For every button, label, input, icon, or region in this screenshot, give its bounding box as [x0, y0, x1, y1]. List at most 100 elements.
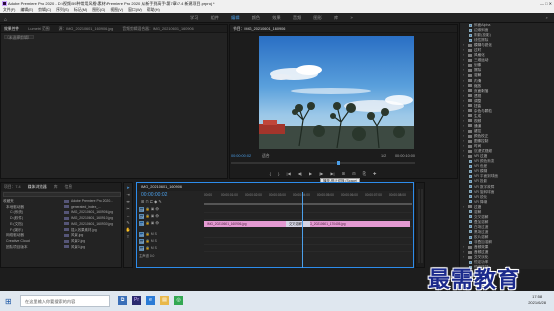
track-lane-a2[interactable] [204, 239, 412, 245]
premiere-taskbar-icon[interactable]: Pr [132, 296, 141, 305]
folder-icon [468, 84, 472, 88]
track-lane-v2[interactable] [204, 214, 412, 220]
workspace-tab-learn[interactable]: 学习 [190, 15, 198, 20]
effects-item-label: 生成 [474, 113, 482, 118]
workspace-tab-effects[interactable]: 效果 [272, 15, 280, 20]
button-editor[interactable]: ✚ [373, 171, 376, 176]
track-header-a2[interactable]: A2 🔒 M S [139, 238, 203, 245]
folder-icon [468, 149, 472, 153]
go-to-in-button[interactable]: |◀ [287, 171, 291, 176]
search-icon[interactable]: ⌕ [546, 13, 548, 23]
menu-window[interactable]: 窗口(W) [128, 8, 142, 12]
transition-clip[interactable]: 交叉溶解 [286, 221, 310, 227]
program-timecode[interactable]: 00:00:00:02 [231, 152, 251, 160]
resolution-select[interactable]: 1/2 [381, 152, 386, 160]
effects-item-label: 斜面Alpha [474, 23, 491, 27]
taskbar-search[interactable]: 在这里输入你要搜索的内容 [20, 295, 110, 307]
hand-tool-icon[interactable]: ✋ [125, 227, 131, 232]
track-header-a1[interactable]: A1 🔒 M S [139, 231, 203, 238]
menu-sequence[interactable]: 序列(S) [56, 8, 69, 12]
timeline-timecode[interactable]: 00:00:00:02 [141, 192, 167, 198]
workspace-tab-editing[interactable]: 编辑 [231, 15, 239, 20]
workspace-tab-color[interactable]: 颜色 [252, 15, 260, 20]
razor-tool-icon[interactable]: ✂ [125, 206, 131, 211]
timeline-clip[interactable]: IMG_20210601_170405.jpg [302, 221, 410, 227]
track-label[interactable]: A3 [139, 245, 144, 251]
media-browser-search[interactable] [3, 192, 121, 197]
tab-effect-controls[interactable]: 效果控件 [4, 27, 19, 31]
menu-clip[interactable]: 剪辑(C) [38, 8, 51, 12]
program-playhead[interactable] [337, 161, 340, 165]
track-label[interactable]: A1 [139, 231, 144, 237]
track-lane-v1[interactable]: IMG_20210601_160906.jpg IMG_20210601_170… [204, 221, 412, 227]
track-lane-a3[interactable] [204, 246, 412, 252]
tab-libraries[interactable]: 库 [54, 185, 58, 189]
track-label[interactable]: V1 [139, 220, 144, 226]
menu-help[interactable]: 帮助(H) [147, 8, 160, 12]
tab-audio-clip-mixer[interactable]: 音频剪辑混合器：IMG_20210601_160906 [122, 27, 193, 31]
menu-file[interactable]: 文件(F) [3, 8, 15, 12]
type-tool-icon[interactable]: T [125, 234, 131, 239]
play-stop-button[interactable]: ▶ [309, 171, 312, 176]
mark-out-button[interactable]: } [278, 171, 279, 176]
track-label[interactable]: V2 [139, 213, 144, 219]
tab-lumetri-scopes[interactable]: Lumetri 范围 [28, 27, 49, 31]
tab-info[interactable]: 信息 [65, 185, 73, 189]
step-back-button[interactable]: ◀| [298, 171, 302, 176]
track-header-a3[interactable]: A3 🔒 M S [139, 245, 203, 252]
ruler-tick: 00:00:07:00 [365, 193, 382, 197]
workspace-tab-audio[interactable]: 音频 [293, 15, 301, 20]
taskbar-clock[interactable]: 17:58 2021/6/28 [528, 294, 546, 306]
windows-start-icon[interactable]: ⊞ [5, 297, 12, 306]
window-controls[interactable]: — □ ✕ [540, 0, 552, 7]
master-volume[interactable]: 0.0 [150, 254, 155, 258]
effects-item-label: VR 颜色渐变 [474, 159, 495, 164]
effects-item-label: 边缘斜面 [474, 28, 489, 33]
program-scrubber[interactable] [231, 161, 415, 165]
track-lane-a1[interactable] [204, 232, 412, 238]
work-area-bar[interactable] [204, 203, 412, 205]
tab-program[interactable]: 节目：IMG_20210601_160906 [233, 27, 285, 31]
effects-item-label: 三维运动 [474, 58, 489, 63]
workspace-tab-libraries[interactable]: 库 [334, 15, 338, 20]
slip-tool-icon[interactable]: ↔ [125, 213, 131, 218]
track-select-tool-icon[interactable]: ⇥ [125, 192, 131, 197]
export-frame-button[interactable]: ⎘ [363, 171, 366, 176]
task-view-icon[interactable]: ⧉ [118, 296, 127, 305]
mark-in-button[interactable]: { [270, 171, 271, 176]
track-label[interactable]: V3 [139, 206, 144, 212]
menu-graphics[interactable]: 图形(G) [92, 8, 105, 12]
track-label[interactable]: A2 [139, 238, 144, 244]
file-explorer-icon[interactable]: ▤ [160, 296, 169, 305]
workspace-tab-graphics[interactable]: 图形 [313, 15, 321, 20]
timeline-tool-icons[interactable]: ⊞ ⊓ ⊏ ◆ ✎ [141, 199, 162, 204]
pen-tool-icon[interactable]: ✎ [125, 220, 131, 225]
menu-edit[interactable]: 编辑(E) [21, 8, 34, 12]
menu-marker[interactable]: 标记(M) [74, 8, 87, 12]
tree-item[interactable]: 团队项目版本 [3, 245, 63, 251]
workspace-tab-assembly[interactable]: 组件 [211, 15, 219, 20]
timeline-playhead[interactable] [302, 192, 303, 268]
go-to-out-button[interactable]: ▶| [330, 171, 334, 176]
timeline-tab[interactable]: IMG_20210601_160906 [137, 183, 413, 191]
menu-view[interactable]: 视图(V) [110, 8, 123, 12]
tab-source[interactable]: 源：IMG_20210601_160906.jpg [59, 27, 114, 31]
track-header-v3[interactable]: V3 🔒 ▣ 👁 [139, 206, 203, 213]
track-header-master[interactable]: 主声道 0.0 [139, 253, 203, 260]
workspace-more[interactable]: » [350, 15, 352, 20]
zoom-select[interactable]: 适合 [262, 152, 270, 160]
ripple-edit-tool-icon[interactable]: ⇹ [125, 199, 131, 204]
wechat-icon[interactable]: ◎ [174, 296, 183, 305]
clip-selector[interactable]: （未选择剪辑） [4, 35, 34, 40]
lift-button[interactable]: ⊞ [342, 171, 345, 176]
step-forward-button[interactable]: |▶ [319, 171, 323, 176]
track-lane-v3[interactable] [204, 207, 412, 213]
tab-media-browser[interactable]: 媒体浏览器 [28, 185, 47, 189]
extract-button[interactable]: ⊟ [352, 171, 355, 176]
file-item[interactable]: 风景3.jpg [64, 245, 121, 251]
track-header-v1[interactable]: V1 🔒 ▣ 👁 [139, 220, 203, 227]
selection-tool-icon[interactable]: ➤ [125, 185, 131, 190]
track-header-v2[interactable]: V2 🔒 ▣ 👁 [139, 213, 203, 220]
tab-project[interactable]: 项目：7.4 [4, 185, 21, 189]
edge-icon[interactable]: e [146, 296, 155, 305]
